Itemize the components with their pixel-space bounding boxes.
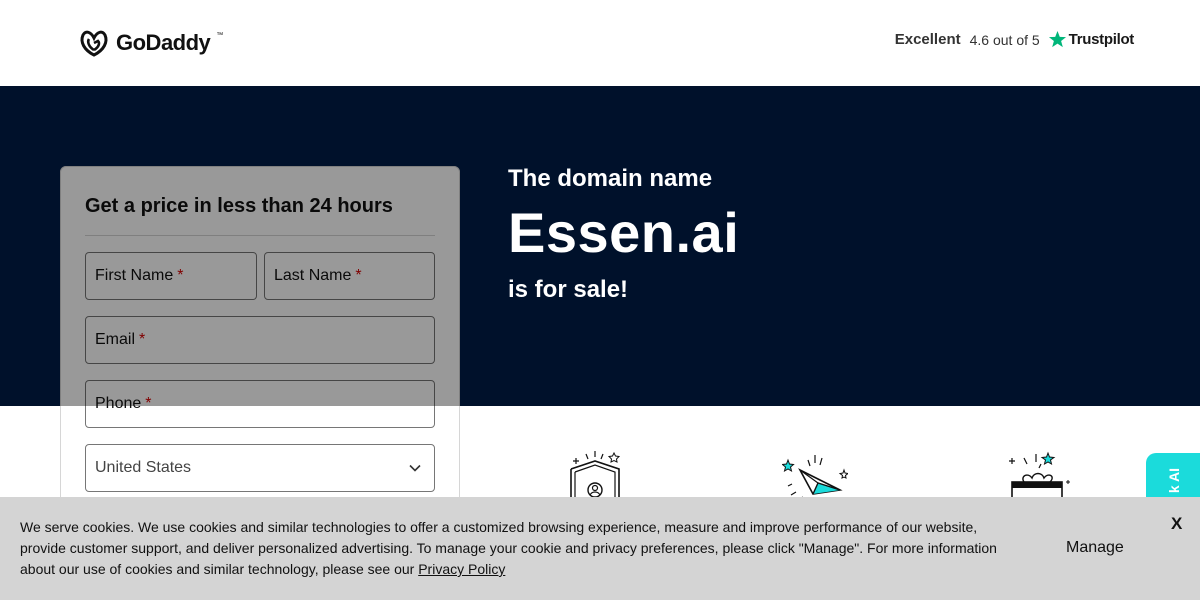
required-mark: * (177, 267, 184, 284)
last-name-placeholder: Last Name (274, 267, 352, 284)
logo-trademark: ™ (216, 31, 224, 39)
paper-plane-icon (782, 455, 848, 500)
logo-wordmark: GoDaddy (116, 30, 211, 55)
godaddy-logo[interactable]: GoDaddy ™ (78, 28, 223, 58)
form-divider (85, 235, 435, 236)
email-field[interactable]: Email * (85, 316, 435, 364)
domain-name: Essen.ai (508, 201, 740, 264)
country-select[interactable]: United States (85, 444, 435, 492)
gift-box-icon (1009, 451, 1070, 500)
trustpilot-wordmark: Trustpilot (1068, 31, 1135, 48)
chevron-down-icon (409, 464, 421, 472)
cookie-message-text: We serve cookies. We use cookies and sim… (20, 519, 997, 577)
form-title: Get a price in less than 24 hours (85, 195, 393, 217)
ask-ai-tab-label: k AI (1166, 468, 1182, 494)
trustpilot-rating[interactable]: Excellent 4.6 out of 5 Trustpilot (895, 30, 1134, 49)
trustpilot-star-icon (1048, 30, 1066, 48)
phone-field[interactable]: Phone * (85, 380, 435, 428)
price-request-form: Get a price in less than 24 hours First … (60, 166, 460, 526)
rating-label: Excellent (894, 31, 961, 48)
email-placeholder: Email (95, 331, 136, 348)
cookie-banner: We serve cookies. We use cookies and sim… (0, 497, 1200, 600)
phone-placeholder: Phone (95, 395, 142, 412)
shield-user-icon (570, 451, 621, 500)
first-name-field[interactable]: First Name * (85, 252, 257, 300)
hero-intro: The domain name (508, 165, 713, 192)
last-name-field[interactable]: Last Name * (264, 252, 435, 300)
cookie-message: We serve cookies. We use cookies and sim… (20, 517, 1010, 580)
required-mark: * (145, 395, 152, 412)
required-mark: * (139, 331, 146, 348)
rating-score: 4.6 out of 5 (969, 31, 1040, 48)
hero-for-sale: is for sale! (508, 276, 629, 303)
first-name-placeholder: First Name (95, 267, 174, 284)
godaddy-logo-icon (80, 30, 108, 57)
site-header: GoDaddy ™ Excellent 4.6 out of 5 Trustpi… (0, 0, 1200, 86)
close-cookie-banner-button[interactable]: X (1171, 514, 1182, 534)
country-selected-value: United States (95, 459, 192, 476)
required-mark: * (355, 267, 362, 284)
manage-cookies-button[interactable]: Manage (1066, 539, 1124, 557)
privacy-policy-link[interactable]: Privacy Policy (418, 561, 505, 577)
